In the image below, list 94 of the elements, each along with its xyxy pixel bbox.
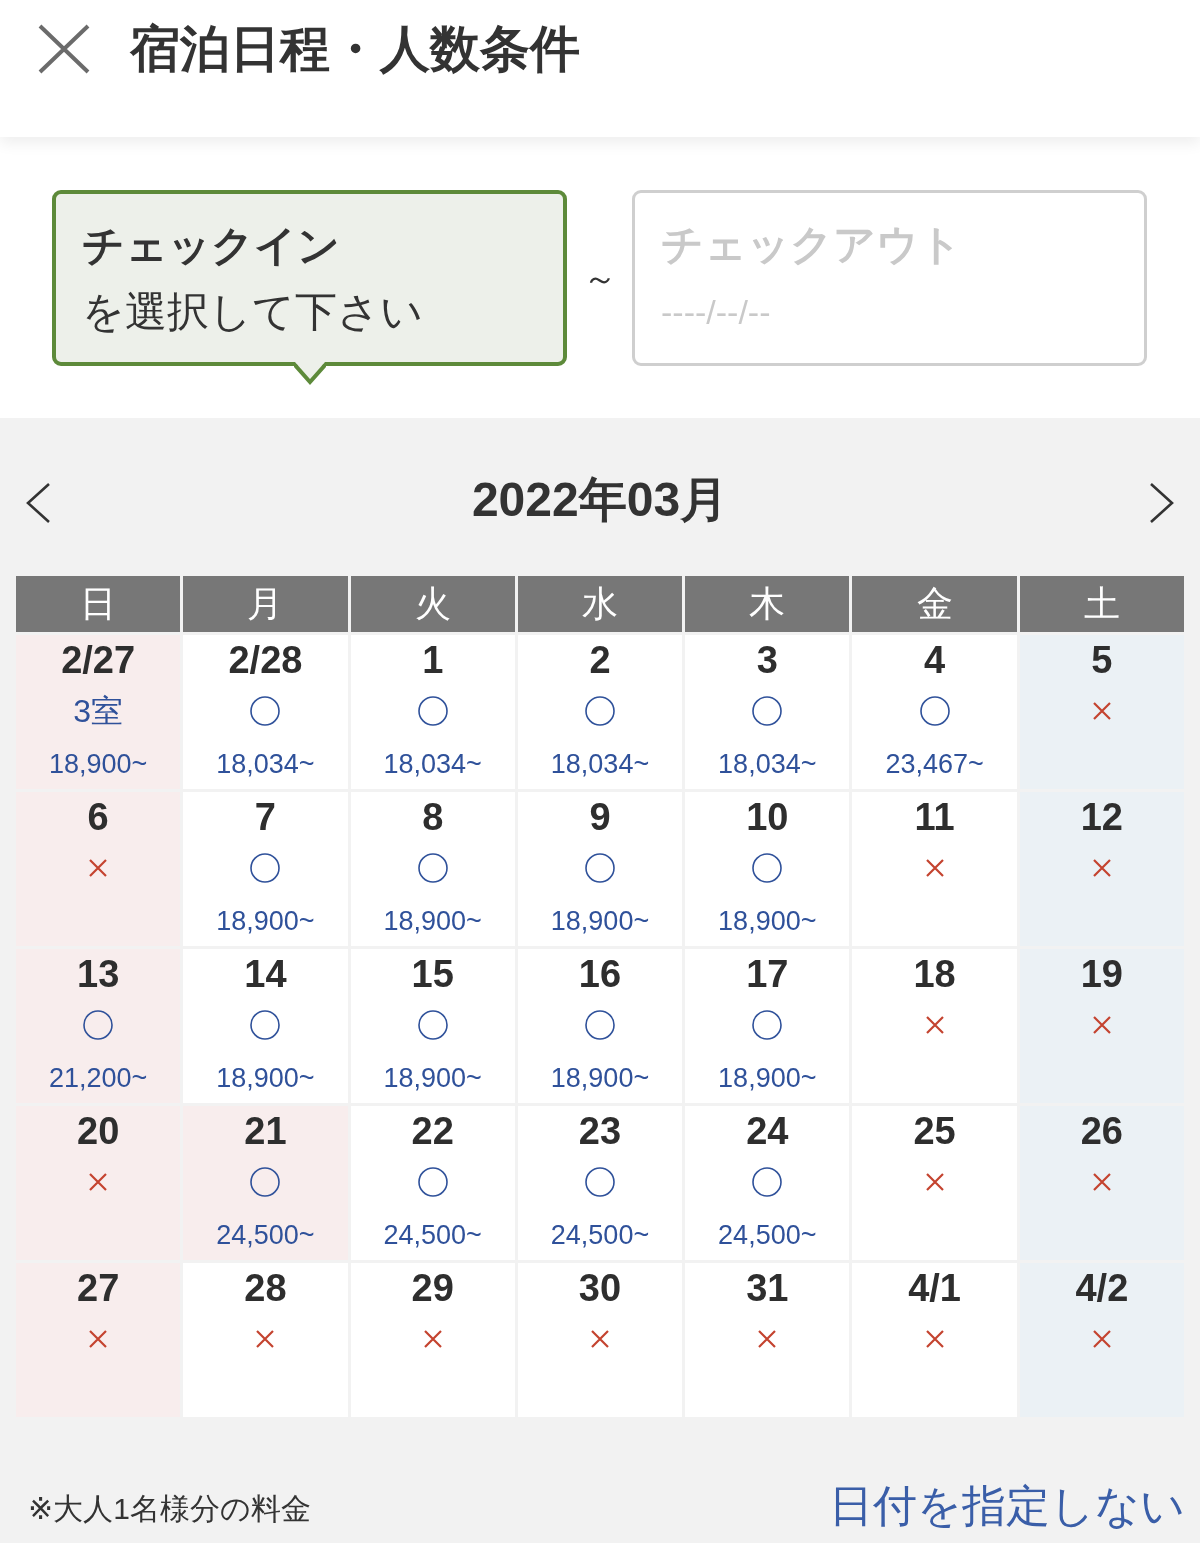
price-label: 18,900~ bbox=[216, 1062, 315, 1094]
day-cell[interactable]: 8 18,900~ bbox=[350, 792, 515, 946]
day-cell[interactable]: 2/27 3室 18,900~ bbox=[16, 635, 181, 789]
day-number: 4/1 bbox=[908, 1267, 961, 1309]
day-cell[interactable]: 14 18,900~ bbox=[183, 949, 348, 1103]
day-number: 22 bbox=[411, 1110, 454, 1152]
rooms-left: 3室 bbox=[73, 692, 124, 730]
day-cell[interactable]: 7 18,900~ bbox=[183, 792, 348, 946]
close-icon[interactable] bbox=[38, 24, 90, 74]
weekday-header: 木 bbox=[685, 576, 850, 632]
day-cell[interactable]: 21 24,500~ bbox=[183, 1106, 348, 1260]
day-number: 7 bbox=[254, 796, 276, 838]
day-number: 8 bbox=[422, 796, 444, 838]
day-number: 2/27 bbox=[61, 639, 136, 681]
weekday-header: 火 bbox=[350, 576, 515, 632]
day-number: 27 bbox=[77, 1267, 120, 1309]
day-number: 13 bbox=[77, 953, 120, 995]
price-label: 18,900~ bbox=[718, 905, 817, 937]
day-number: 11 bbox=[914, 796, 955, 838]
weekday-header: 日 bbox=[16, 576, 181, 632]
day-number: 2 bbox=[589, 639, 611, 681]
day-number: 4 bbox=[924, 639, 946, 681]
weekday-header: 土 bbox=[1019, 576, 1184, 632]
price-label: 18,900~ bbox=[216, 905, 315, 937]
price-label: 18,900~ bbox=[383, 1062, 482, 1094]
day-number: 6 bbox=[87, 796, 109, 838]
day-number: 24 bbox=[746, 1110, 789, 1152]
day-number: 14 bbox=[244, 953, 287, 995]
price-label: 24,500~ bbox=[550, 1219, 650, 1251]
day-number: 29 bbox=[411, 1267, 454, 1309]
price-label: 18,900~ bbox=[550, 905, 650, 937]
price-note: ※大人1名様分の料金 bbox=[28, 1491, 311, 1527]
range-separator: ～ bbox=[581, 258, 618, 298]
day-number: 20 bbox=[77, 1110, 120, 1152]
day-number: 21 bbox=[244, 1110, 287, 1152]
price-label: 21,200~ bbox=[48, 1062, 148, 1094]
day-number: 3 bbox=[756, 639, 778, 681]
price-label: 18,034~ bbox=[216, 748, 315, 780]
day-cell[interactable]: 22 24,500~ bbox=[350, 1106, 515, 1260]
day-number: 31 bbox=[746, 1267, 789, 1309]
day-number: 2/28 bbox=[228, 639, 303, 681]
day-cell[interactable]: 23 24,500~ bbox=[517, 1106, 683, 1260]
day-number: 26 bbox=[1080, 1110, 1123, 1152]
day-cell[interactable]: 4 23,467~ bbox=[852, 635, 1017, 789]
date-field[interactable]: チェックイン を選択して下さい bbox=[52, 190, 567, 366]
price-label: 18,900~ bbox=[550, 1062, 650, 1094]
day-cell[interactable]: 10 18,900~ bbox=[685, 792, 850, 946]
price-label: 18,900~ bbox=[718, 1062, 817, 1094]
price-label: 18,900~ bbox=[48, 748, 148, 780]
day-number: 18 bbox=[913, 953, 956, 995]
chevron-left-icon[interactable] bbox=[25, 482, 51, 524]
field-placeholder: ----/--/-- bbox=[661, 292, 771, 333]
day-number: 9 bbox=[589, 796, 611, 838]
chevron-right-icon[interactable] bbox=[1149, 482, 1175, 524]
day-number: 5 bbox=[1091, 639, 1113, 681]
day-cell[interactable]: 2/28 18,034~ bbox=[183, 635, 348, 789]
day-number: 28 bbox=[244, 1267, 287, 1309]
modal-title: 宿泊日程・人数条件 bbox=[130, 22, 580, 76]
day-cell[interactable]: 2 18,034~ bbox=[517, 635, 683, 789]
day-number: 12 bbox=[1080, 796, 1123, 838]
day-number: 30 bbox=[578, 1267, 622, 1309]
day-number: 10 bbox=[746, 796, 789, 838]
field-prompt: を選択して下さい bbox=[82, 287, 423, 337]
price-label: 24,500~ bbox=[718, 1219, 817, 1251]
day-number: 25 bbox=[913, 1110, 956, 1152]
price-label: 18,034~ bbox=[718, 748, 817, 780]
weekday-header: 水 bbox=[517, 576, 683, 632]
day-number: 16 bbox=[578, 953, 622, 995]
day-number: 15 bbox=[411, 953, 454, 995]
price-label: 18,900~ bbox=[383, 905, 482, 937]
day-number: 17 bbox=[746, 953, 789, 995]
price-label: 23,467~ bbox=[885, 748, 984, 780]
day-cell[interactable]: 9 18,900~ bbox=[517, 792, 683, 946]
price-label: 18,034~ bbox=[383, 748, 482, 780]
day-cell[interactable]: 15 18,900~ bbox=[350, 949, 515, 1103]
day-number: 1 bbox=[422, 639, 444, 681]
weekday-header: 月 bbox=[183, 576, 348, 632]
day-cell[interactable]: 24 24,500~ bbox=[685, 1106, 850, 1260]
price-label: 24,500~ bbox=[383, 1219, 482, 1251]
weekday-header: 金 bbox=[852, 576, 1017, 632]
day-number: 23 bbox=[578, 1110, 622, 1152]
month-title: 2022年03月 bbox=[471, 472, 729, 528]
day-cell[interactable]: 16 18,900~ bbox=[517, 949, 683, 1103]
callout-pointer-icon bbox=[293, 362, 326, 386]
day-number: 19 bbox=[1080, 953, 1123, 995]
price-label: 18,034~ bbox=[550, 748, 650, 780]
day-cell[interactable]: 17 18,900~ bbox=[685, 949, 850, 1103]
day-cell[interactable]: 13 21,200~ bbox=[16, 949, 181, 1103]
price-label: 24,500~ bbox=[216, 1219, 315, 1251]
field-label: チェックイン bbox=[82, 221, 340, 271]
no-date-link[interactable]: 日付を指定しない bbox=[829, 1479, 1185, 1533]
day-number: 4/2 bbox=[1075, 1267, 1129, 1309]
day-cell[interactable]: 1 18,034~ bbox=[350, 635, 515, 789]
day-cell[interactable]: 3 18,034~ bbox=[685, 635, 850, 789]
